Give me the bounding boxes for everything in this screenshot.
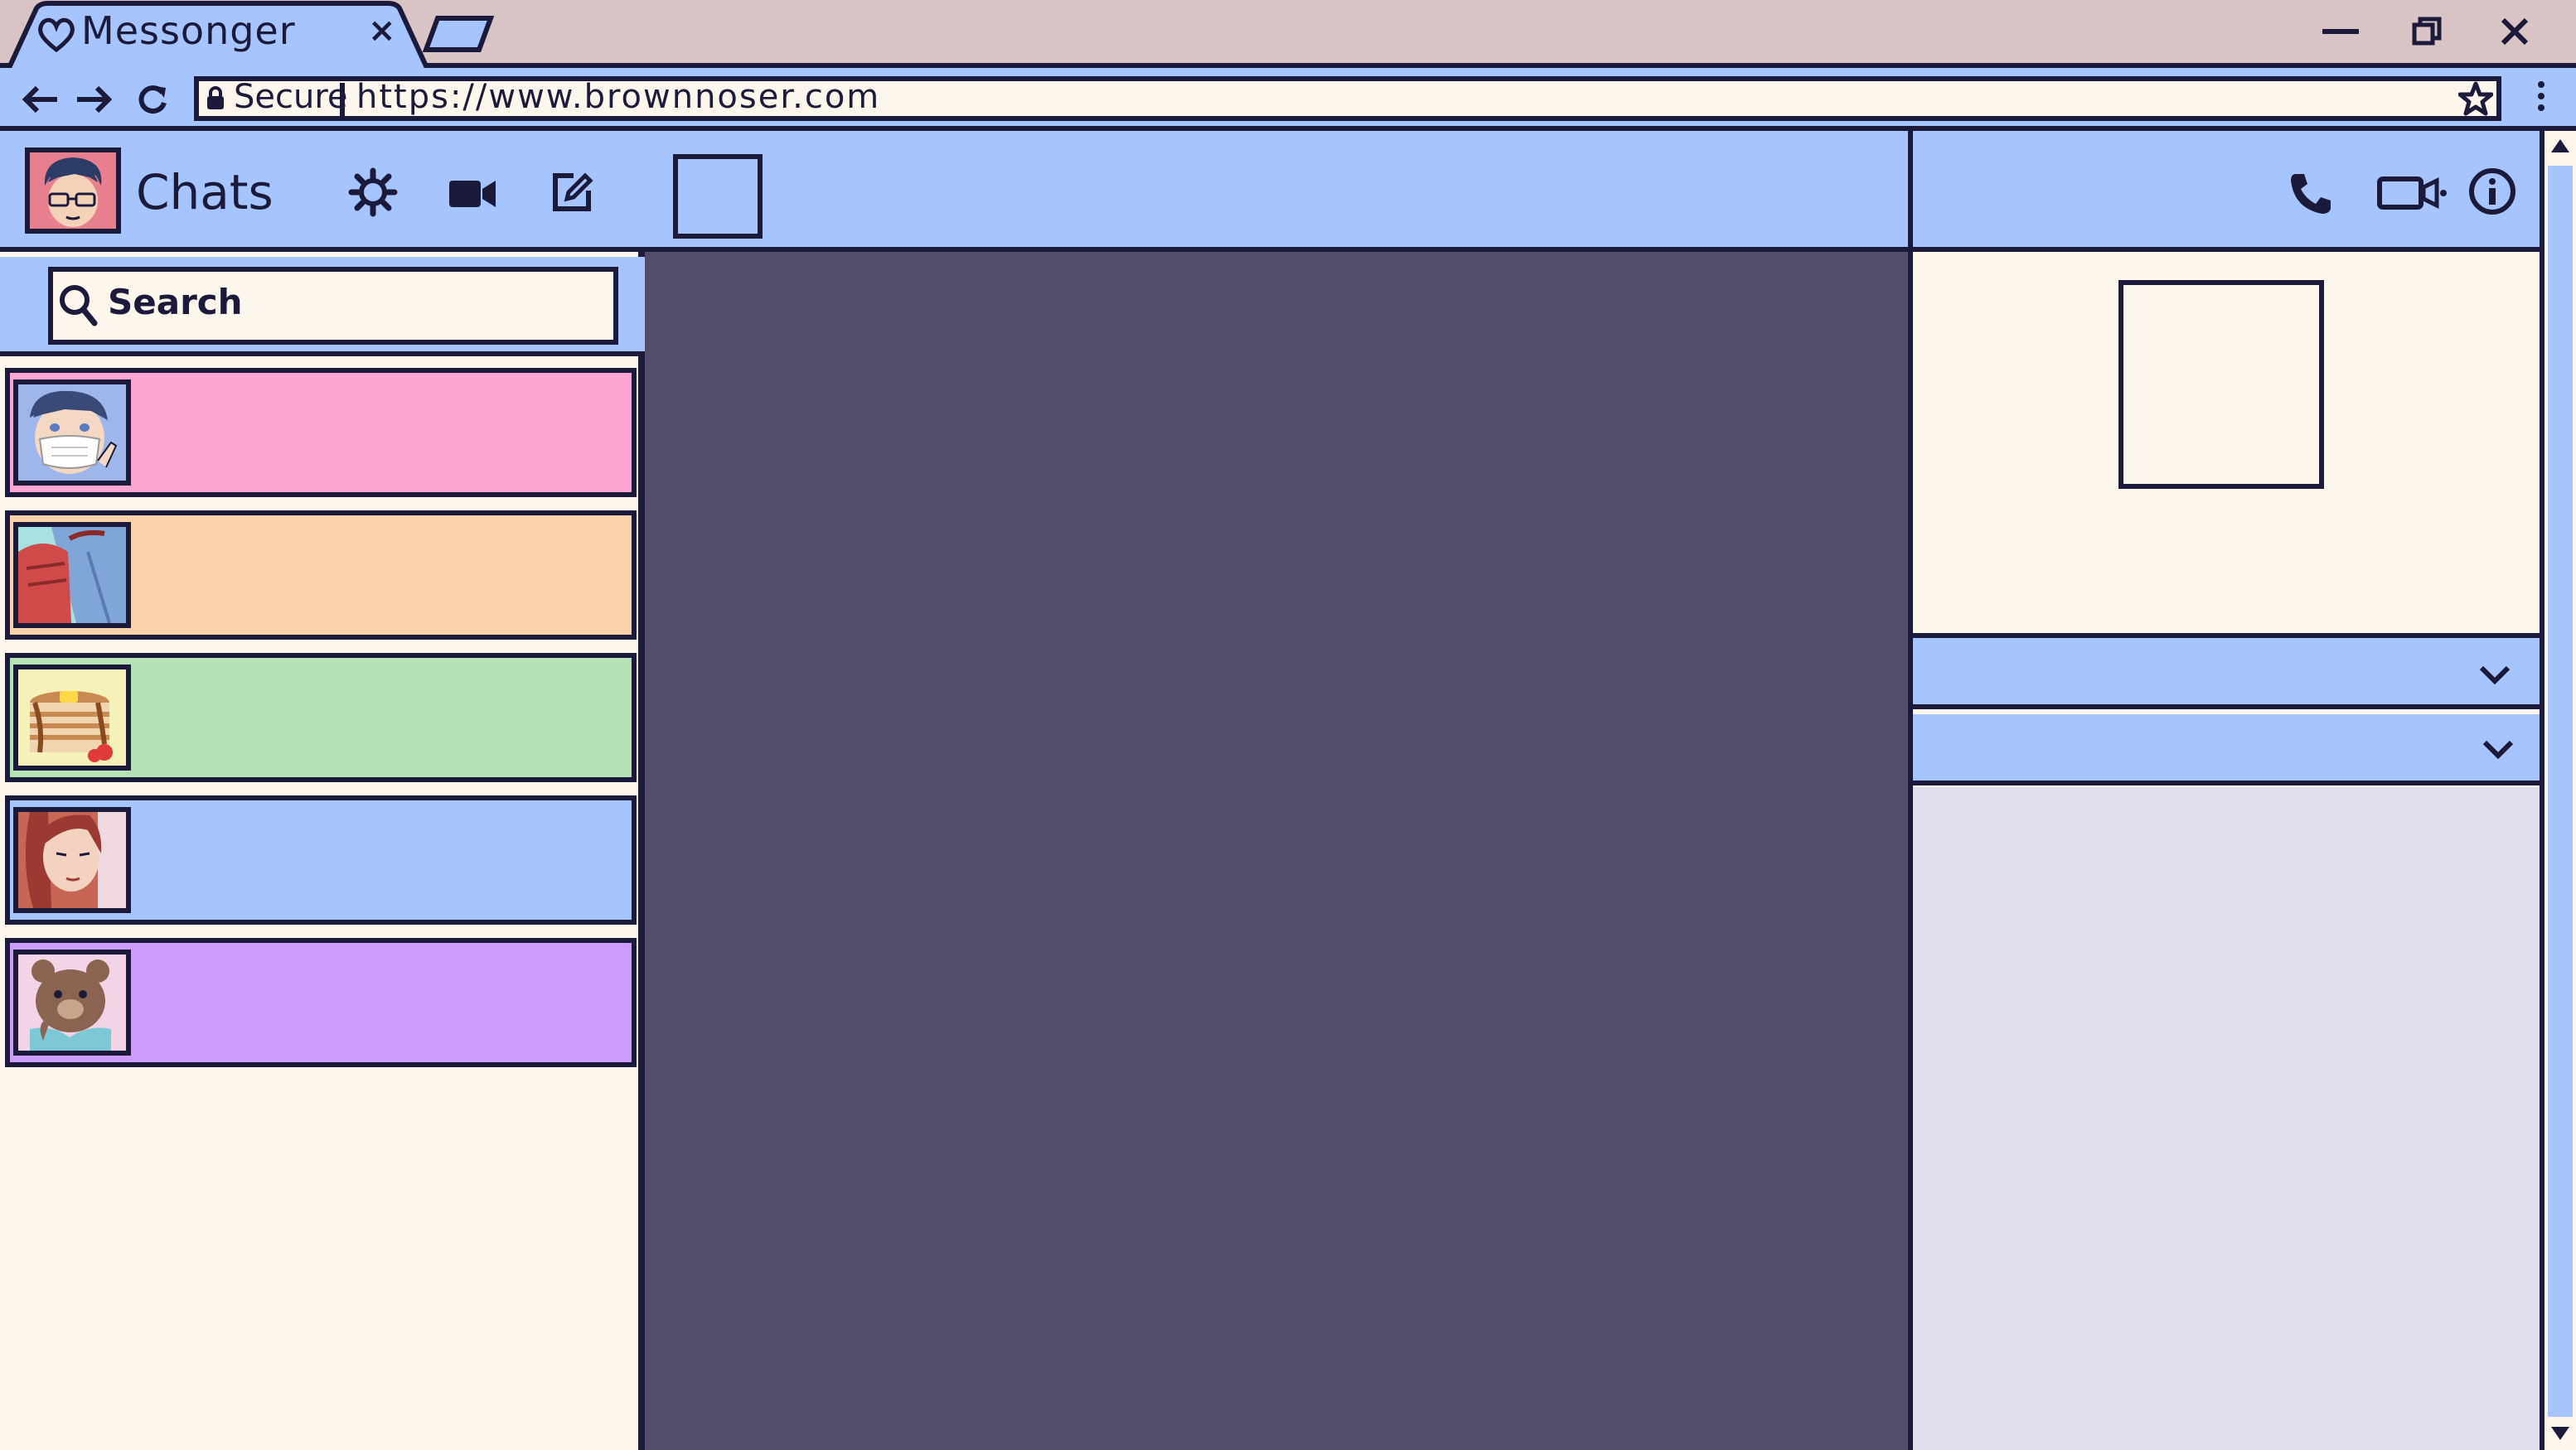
conversation-avatar[interactable] — [673, 154, 763, 239]
url-text[interactable]: https://www.brownnoser.com — [356, 78, 880, 116]
heart-icon — [36, 15, 76, 53]
video-call-icon[interactable] — [2377, 174, 2447, 212]
profile-avatar[interactable] — [25, 147, 121, 234]
scroll-up-icon[interactable] — [2549, 138, 2571, 154]
minimize-icon[interactable] — [2307, 7, 2374, 56]
message-area[interactable] — [645, 252, 1913, 1450]
details-accordion[interactable] — [1913, 638, 2545, 709]
search-placeholder: Search — [108, 282, 243, 322]
gear-icon[interactable] — [348, 167, 398, 217]
pancakes-avatar — [13, 665, 131, 771]
conversation-header — [645, 131, 1913, 252]
details-accordion[interactable] — [1913, 714, 2545, 785]
video-camera-icon[interactable] — [448, 177, 497, 210]
scroll-down-icon[interactable] — [2549, 1425, 2571, 1442]
tab-close-button[interactable]: × — [368, 12, 396, 50]
details-body — [1913, 787, 2545, 1450]
phone-icon[interactable] — [2288, 171, 2334, 217]
secure-label: Secure — [234, 78, 348, 116]
masked-guy-avatar — [13, 379, 131, 486]
reload-icon[interactable] — [129, 76, 176, 123]
backpack-avatar — [13, 522, 131, 628]
chats-title: Chats — [136, 164, 274, 220]
new-tab-button[interactable] — [423, 15, 494, 53]
back-arrow-icon[interactable] — [17, 76, 63, 123]
chevron-down-icon[interactable] — [2482, 739, 2515, 759]
more-vertical-icon[interactable] — [2536, 80, 2546, 113]
star-icon[interactable] — [2458, 81, 2493, 116]
contact-photo — [2118, 280, 2324, 489]
tab-title: Messonger — [81, 8, 296, 53]
details-header — [1913, 131, 2545, 252]
long-hair-girl-avatar — [13, 807, 131, 913]
restore-icon[interactable] — [2394, 7, 2460, 56]
compose-icon[interactable] — [550, 171, 593, 214]
scrollbar-thumb[interactable] — [2548, 166, 2573, 1417]
forward-arrow-icon[interactable] — [71, 76, 118, 123]
chevron-down-icon[interactable] — [2478, 665, 2511, 684]
teddy-bear-avatar — [13, 950, 131, 1056]
url-divider — [340, 83, 345, 116]
lock-icon — [206, 86, 225, 111]
search-icon — [58, 283, 98, 326]
info-icon[interactable] — [2468, 167, 2516, 215]
close-icon[interactable] — [2482, 7, 2548, 56]
